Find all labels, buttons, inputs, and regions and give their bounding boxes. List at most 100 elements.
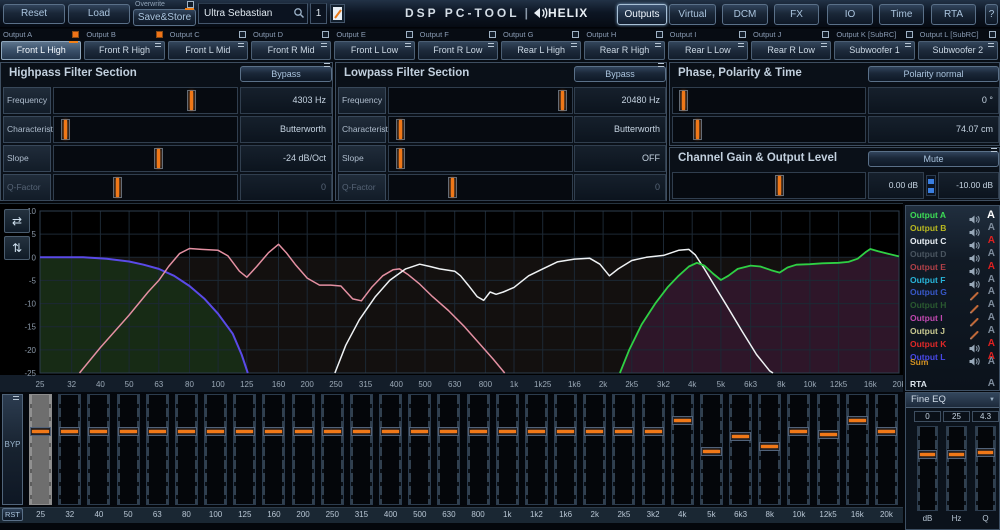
channel-group-letter[interactable]: A (988, 248, 995, 259)
channel-group-letter[interactable]: A (988, 274, 995, 285)
eq-band-handle[interactable] (147, 427, 168, 436)
channel-row-output-h[interactable]: Output HA (906, 299, 999, 312)
nav-button-fx[interactable]: FX (774, 4, 819, 25)
eq-band-slider-160[interactable] (262, 394, 285, 505)
phase-slider-1[interactable] (672, 116, 866, 143)
slider-handle[interactable] (558, 90, 567, 111)
eq-band-slider-16k[interactable] (846, 394, 869, 505)
eq-band-slider-32[interactable] (58, 394, 81, 505)
speaker-icon[interactable] (969, 211, 981, 220)
pencil-icon[interactable] (969, 327, 981, 336)
output-link-checkbox[interactable] (989, 31, 996, 38)
channel-row-output-j[interactable]: Output JA (906, 325, 999, 338)
output-link-checkbox[interactable] (739, 31, 746, 38)
speaker-icon[interactable] (969, 250, 981, 259)
eq-band-slider-25[interactable] (29, 394, 52, 505)
eq-band-slider-200[interactable] (292, 394, 315, 505)
eq-band-slider-2k5[interactable] (612, 394, 635, 505)
filter-slider-slope[interactable] (53, 145, 238, 172)
slider-handle[interactable] (154, 148, 163, 169)
output-link-checkbox[interactable] (156, 31, 163, 38)
search-icon[interactable] (293, 7, 305, 19)
channel-tab-front-r-high[interactable]: Front R High (84, 41, 164, 60)
eq-band-slider-1k[interactable] (496, 394, 519, 505)
eq-band-handle[interactable] (293, 427, 314, 436)
channel-tab-front-l-high[interactable]: Front L High (1, 41, 81, 60)
channel-tab-rear-l-low[interactable]: Rear L Low (668, 41, 748, 60)
highpass-bypass-button[interactable]: Bypass (240, 66, 332, 82)
eq-band-handle[interactable] (672, 416, 693, 425)
pencil-icon[interactable] (969, 301, 981, 310)
eq-band-slider-20k[interactable] (875, 394, 898, 505)
eq-band-handle[interactable] (730, 432, 751, 441)
channel-tab-front-r-mid[interactable]: Front R Mid (251, 41, 331, 60)
channel-row-output-b[interactable]: Output BA (906, 222, 999, 235)
channel-tab-subwoofer-2[interactable]: Subwoofer 2 (918, 41, 998, 60)
eq-band-handle[interactable] (263, 427, 284, 436)
response-curves-plot[interactable]: 1050-5-10-15-20-252532405063801001251602… (0, 204, 903, 394)
eq-band-slider-500[interactable] (408, 394, 431, 505)
channel-group-letter[interactable]: A (988, 338, 995, 349)
eq-band-handle[interactable] (88, 427, 109, 436)
eq-band-slider-50[interactable] (117, 394, 140, 505)
slider-handle[interactable] (396, 148, 405, 169)
eq-band-slider-2k[interactable] (583, 394, 606, 505)
sum-row[interactable]: SumA (906, 356, 999, 369)
filter-slider-q-factor[interactable] (53, 174, 238, 201)
channel-tab-rear-r-low[interactable]: Rear R Low (751, 41, 831, 60)
channel-tab-subwoofer-1[interactable]: Subwoofer 1 (834, 41, 914, 60)
fine-eq-value-q[interactable]: 4.3 (972, 411, 999, 422)
eq-band-slider-80[interactable] (175, 394, 198, 505)
output-link-checkbox[interactable] (822, 31, 829, 38)
eq-band-slider-100[interactable] (204, 394, 227, 505)
fine-eq-slider-q[interactable] (975, 426, 996, 511)
channel-tab-rear-l-high[interactable]: Rear L High (501, 41, 581, 60)
eq-band-slider-315[interactable] (350, 394, 373, 505)
eq-band-handle[interactable] (701, 447, 722, 456)
channel-row-output-a[interactable]: Output AA (906, 209, 999, 222)
channel-row-output-k[interactable]: Output KA (906, 338, 999, 351)
slider-handle[interactable] (679, 90, 688, 111)
slider-handle[interactable] (396, 119, 405, 140)
output-link-checkbox[interactable] (406, 31, 413, 38)
eq-bypass-button[interactable]: BYP (2, 394, 23, 505)
speaker-icon[interactable] (969, 340, 981, 349)
fine-eq-handle[interactable] (976, 448, 995, 457)
sum-group-letter[interactable]: A (988, 356, 995, 367)
slider-handle[interactable] (693, 119, 702, 140)
vertical-zoom-icon[interactable]: ⇅ (4, 236, 30, 260)
help-button[interactable]: ? (985, 4, 998, 25)
output-link-checkbox[interactable] (239, 31, 246, 38)
nav-button-virtual[interactable]: Virtual (669, 4, 716, 25)
save-store-button[interactable]: Save&Store (133, 9, 196, 26)
edit-preset-icon[interactable] (330, 4, 345, 23)
channel-group-letter[interactable]: A (988, 261, 995, 272)
eq-band-handle[interactable] (59, 427, 80, 436)
filter-slider-frequency[interactable] (388, 87, 573, 114)
eq-band-handle[interactable] (118, 427, 139, 436)
pencil-icon[interactable] (969, 314, 981, 323)
channel-tab-front-l-low[interactable]: Front L Low (334, 41, 414, 60)
eq-band-slider-630[interactable] (437, 394, 460, 505)
eq-band-handle[interactable] (322, 427, 343, 436)
lowpass-bypass-button[interactable]: Bypass (574, 66, 666, 82)
preset-page-number[interactable]: 1 (310, 3, 327, 24)
channel-group-letter[interactable]: A (988, 222, 995, 233)
gain-slider-handle[interactable] (775, 175, 784, 196)
eq-reset-button[interactable]: RST (2, 508, 23, 521)
channel-group-letter[interactable]: A (988, 325, 995, 336)
eq-band-handle[interactable] (409, 427, 430, 436)
nav-button-io[interactable]: IO (827, 4, 873, 25)
eq-band-handle[interactable] (555, 427, 576, 436)
nav-button-rta[interactable]: RTA (931, 4, 976, 25)
eq-band-slider-63[interactable] (146, 394, 169, 505)
slider-handle[interactable] (113, 177, 122, 198)
filter-slider-slope[interactable] (388, 145, 573, 172)
eq-band-slider-250[interactable] (321, 394, 344, 505)
polarity-button[interactable]: Polarity normal (868, 66, 999, 82)
eq-band-slider-10k[interactable] (787, 394, 810, 505)
fine-eq-value-hz[interactable]: 25 (943, 411, 970, 422)
eq-band-handle[interactable] (234, 427, 255, 436)
gain-slider[interactable] (672, 172, 866, 199)
speaker-icon[interactable] (969, 263, 981, 272)
